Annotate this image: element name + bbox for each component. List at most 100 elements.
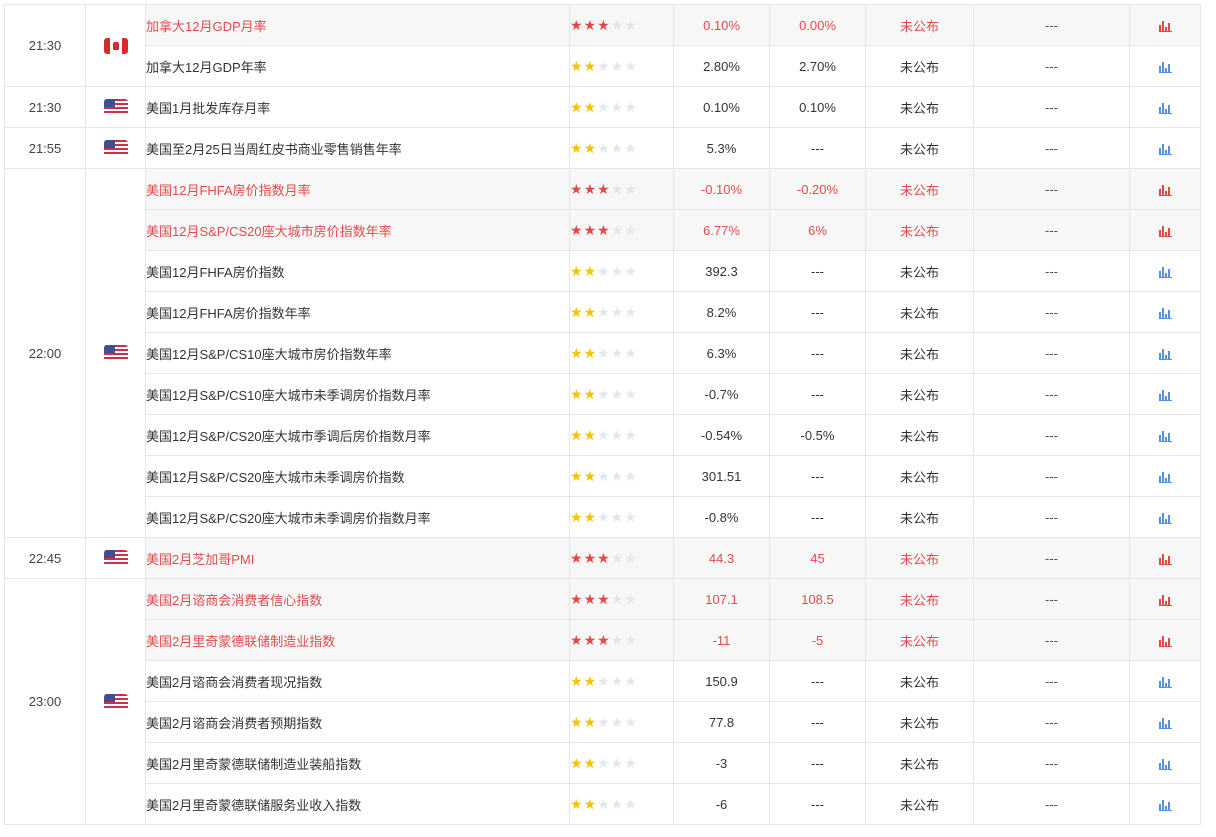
bar-chart-icon[interactable] xyxy=(1158,512,1172,525)
chart-cell[interactable] xyxy=(1129,701,1201,743)
importance-rating: ★ ★ ★ ★ ★ xyxy=(569,86,674,128)
table-row[interactable]: 22:00 美国12月FHFA房价指数月率 ★ ★ ★ ★ ★ -0.10% -0.20% 未公布… xyxy=(4,168,1201,538)
event-name[interactable]: 美国12月FHFA房价指数 xyxy=(145,250,570,292)
event-name[interactable]: 加拿大12月GDP年率 xyxy=(145,45,570,87)
table-row[interactable]: 美国2月里奇蒙德联储服务业收入指数 ★ ★ ★ ★ ★ -6 --- 未公布 --- xyxy=(5,783,1201,825)
table-row[interactable]: 21:30 加拿大12月GDP月率 ★ ★ ★ ★ ★ 0.10% 0.00% 未公布 --- xyxy=(4,4,1201,87)
event-name[interactable]: 美国2月谘商会消费者现况指数 xyxy=(145,660,570,702)
chart-cell[interactable] xyxy=(1129,209,1201,251)
table-row[interactable]: 美国12月FHFA房价指数 ★ ★ ★ ★ ★ 392.3 --- 未公布 --- xyxy=(5,250,1201,292)
chart-cell[interactable] xyxy=(1129,742,1201,784)
event-name[interactable]: 加拿大12月GDP月率 xyxy=(145,4,570,46)
star-empty-icon: ★ xyxy=(610,221,624,238)
event-name[interactable]: 美国12月S&P/CS20座大城市未季调房价指数月率 xyxy=(145,496,570,538)
table-row[interactable]: 美国12月S&P/CS20座大城市房价指数年率 ★ ★ ★ ★ ★ 6.77% 6% 未公布 --… xyxy=(5,209,1201,251)
bar-chart-icon[interactable] xyxy=(1158,20,1172,33)
event-name[interactable]: 美国12月S&P/CS10座大城市房价指数年率 xyxy=(145,332,570,374)
event-name[interactable]: 美国12月FHFA房价指数月率 xyxy=(145,168,570,210)
importance-rating: ★ ★ ★ ★ ★ xyxy=(569,250,674,292)
table-row[interactable]: 23:00 美国2月谘商会消费者信心指数 ★ ★ ★ ★ ★ 107.1 108.5 未公布 --- xyxy=(4,578,1201,825)
star-filled-icon: ★ xyxy=(597,549,610,566)
table-row[interactable]: 美国2月谘商会消费者现况指数 ★ ★ ★ ★ ★ 150.9 --- 未公布 --- xyxy=(5,660,1201,702)
bar-chart-icon[interactable] xyxy=(1158,184,1172,197)
star-rating: ★ ★ ★ ★ ★ xyxy=(571,549,637,566)
chart-cell[interactable] xyxy=(1129,4,1201,46)
event-name[interactable]: 美国2月里奇蒙德联储制造业装船指数 xyxy=(145,742,570,784)
table-row[interactable]: 美国12月S&P/CS20座大城市季调后房价指数月率 ★ ★ ★ ★ ★ -0.54% -0.… xyxy=(5,414,1201,456)
bar-chart-icon[interactable] xyxy=(1158,266,1172,279)
bar-chart-icon[interactable] xyxy=(1158,430,1172,443)
table-row[interactable]: 美国12月S&P/CS20座大城市未季调房价指数 ★ ★ ★ ★ ★ 301.51 --- 未公… xyxy=(5,455,1201,497)
bar-chart-icon[interactable] xyxy=(1158,307,1172,320)
chart-cell[interactable] xyxy=(1129,373,1201,415)
table-row[interactable]: 美国12月S&P/CS10座大城市房价指数年率 ★ ★ ★ ★ ★ 6.3% --- 未公布 --… xyxy=(5,332,1201,374)
chart-cell[interactable] xyxy=(1129,537,1201,579)
chart-cell[interactable] xyxy=(1129,783,1201,825)
bar-chart-icon[interactable] xyxy=(1158,758,1172,771)
bar-chart-icon[interactable] xyxy=(1158,799,1172,812)
bar-chart-icon[interactable] xyxy=(1158,717,1172,730)
table-row[interactable]: 21:55 美国至2月25日当周红皮书商业零售销售年率 ★ ★ ★ ★ ★ 5.3% --- 未公… xyxy=(4,127,1201,169)
forecast-value: --- xyxy=(769,742,866,784)
chart-cell[interactable] xyxy=(1129,660,1201,702)
star-filled-icon: ★ xyxy=(583,590,597,607)
actual-value: 未公布 xyxy=(865,4,974,46)
bar-chart-icon[interactable] xyxy=(1158,471,1172,484)
chart-cell[interactable] xyxy=(1129,127,1201,169)
chart-cell[interactable] xyxy=(1129,291,1201,333)
bar-chart-icon[interactable] xyxy=(1158,61,1172,74)
bar-chart-icon[interactable] xyxy=(1158,553,1172,566)
event-name[interactable]: 美国1月批发库存月率 xyxy=(145,86,570,128)
chart-cell[interactable] xyxy=(1129,45,1201,87)
chart-cell[interactable] xyxy=(1129,250,1201,292)
event-name[interactable]: 美国12月S&P/CS20座大城市季调后房价指数月率 xyxy=(145,414,570,456)
table-row[interactable]: 美国12月FHFA房价指数年率 ★ ★ ★ ★ ★ 8.2% --- 未公布 --- xyxy=(5,291,1201,333)
chart-cell[interactable] xyxy=(1129,168,1201,210)
table-row[interactable]: 加拿大12月GDP年率 ★ ★ ★ ★ ★ 2.80% 2.70% 未公布 --- xyxy=(5,45,1201,87)
event-time: 21:55 xyxy=(4,127,86,169)
chart-cell[interactable] xyxy=(1129,496,1201,538)
actual-value: 未公布 xyxy=(865,414,974,456)
bar-chart-icon[interactable] xyxy=(1158,102,1172,115)
table-row[interactable]: 美国2月里奇蒙德联储制造业指数 ★ ★ ★ ★ ★ -11 -5 未公布 --- xyxy=(5,619,1201,661)
table-row[interactable]: 21:30 美国1月批发库存月率 ★ ★ ★ ★ ★ 0.10% 0.10% 未公布 --- xyxy=(4,86,1201,128)
bar-chart-icon[interactable] xyxy=(1158,594,1172,607)
event-name[interactable]: 美国2月里奇蒙德联储服务业收入指数 xyxy=(145,783,570,825)
chart-cell[interactable] xyxy=(1129,619,1201,661)
star-rating: ★ ★ ★ ★ ★ xyxy=(571,674,637,688)
bar-chart-icon[interactable] xyxy=(1158,143,1172,156)
bar-chart-icon[interactable] xyxy=(1158,676,1172,689)
market-effect: --- xyxy=(973,45,1130,87)
chart-cell[interactable] xyxy=(1129,332,1201,374)
bar-chart-icon[interactable] xyxy=(1158,348,1172,361)
event-name[interactable]: 美国2月谘商会消费者预期指数 xyxy=(145,701,570,743)
event-name[interactable]: 美国至2月25日当周红皮书商业零售销售年率 xyxy=(145,127,570,169)
chart-cell[interactable] xyxy=(1129,86,1201,128)
market-effect: --- xyxy=(973,742,1130,784)
event-name[interactable]: 美国12月S&P/CS20座大城市未季调房价指数 xyxy=(145,455,570,497)
table-row[interactable]: 美国2月里奇蒙德联储制造业装船指数 ★ ★ ★ ★ ★ -3 --- 未公布 --- xyxy=(5,742,1201,784)
event-name[interactable]: 美国12月S&P/CS20座大城市房价指数年率 xyxy=(145,209,570,251)
star-filled-icon: ★ xyxy=(570,467,583,484)
chart-cell[interactable] xyxy=(1129,455,1201,497)
bar-chart-icon[interactable] xyxy=(1158,389,1172,402)
event-name[interactable]: 美国2月芝加哥PMI xyxy=(145,537,570,579)
table-row[interactable]: 22:45 美国2月芝加哥PMI ★ ★ ★ ★ ★ 44.3 45 未公布 --- xyxy=(4,537,1201,579)
star-empty-icon: ★ xyxy=(597,344,610,361)
event-name[interactable]: 美国2月里奇蒙德联储制造业指数 xyxy=(145,619,570,661)
bar-chart-icon[interactable] xyxy=(1158,225,1172,238)
star-empty-icon: ★ xyxy=(597,57,610,74)
event-name[interactable]: 美国12月FHFA房价指数年率 xyxy=(145,291,570,333)
event-name[interactable]: 美国2月谘商会消费者信心指数 xyxy=(145,578,570,620)
star-empty-icon: ★ xyxy=(624,16,637,33)
event-name[interactable]: 美国12月S&P/CS10座大城市未季调房价指数月率 xyxy=(145,373,570,415)
bar-chart-icon[interactable] xyxy=(1158,635,1172,648)
table-row[interactable]: 美国12月S&P/CS20座大城市未季调房价指数月率 ★ ★ ★ ★ ★ -0.8% --- 未… xyxy=(5,496,1201,538)
importance-rating: ★ ★ ★ ★ ★ xyxy=(569,578,674,620)
chart-cell[interactable] xyxy=(1129,414,1201,456)
table-row[interactable]: 美国2月谘商会消费者预期指数 ★ ★ ★ ★ ★ 77.8 --- 未公布 --- xyxy=(5,701,1201,743)
market-effect: --- xyxy=(973,250,1130,292)
chart-cell[interactable] xyxy=(1129,578,1201,620)
importance-rating: ★ ★ ★ ★ ★ xyxy=(569,168,674,210)
table-row[interactable]: 美国12月S&P/CS10座大城市未季调房价指数月率 ★ ★ ★ ★ ★ -0.7% --- 未… xyxy=(5,373,1201,415)
